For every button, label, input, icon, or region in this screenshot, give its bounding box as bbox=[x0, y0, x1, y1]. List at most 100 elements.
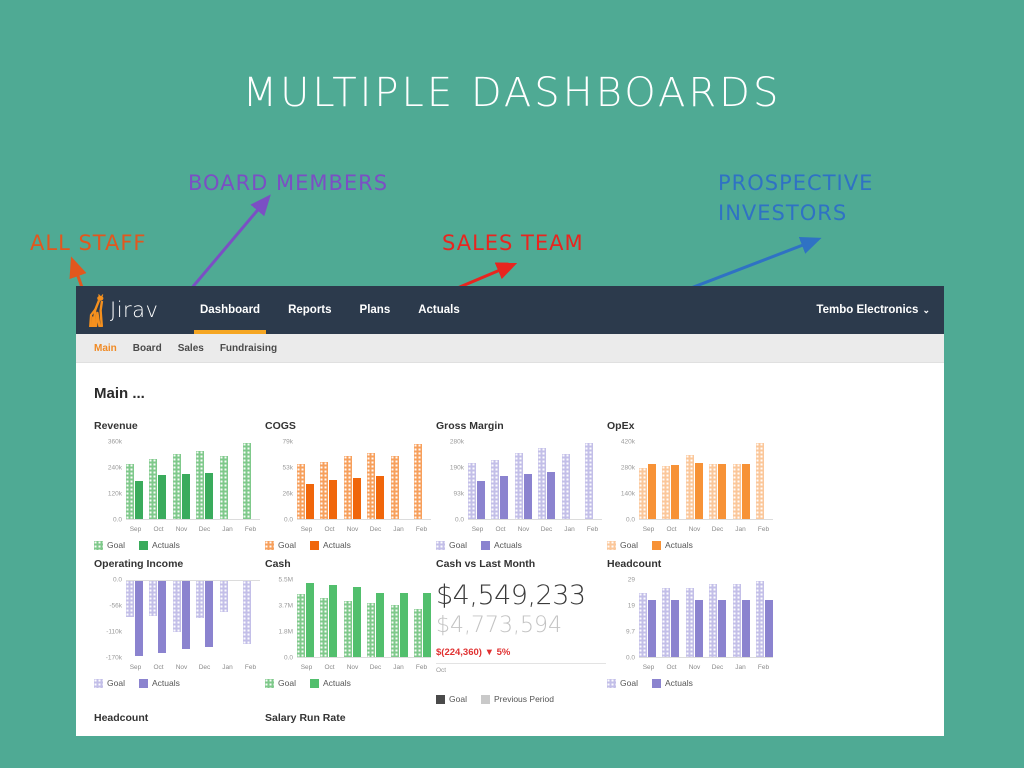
bar-group[interactable] bbox=[219, 442, 237, 519]
bar-group[interactable] bbox=[390, 580, 408, 657]
legend-item[interactable]: Goal bbox=[94, 678, 125, 688]
nav-item-dashboard[interactable]: Dashboard bbox=[193, 286, 267, 334]
y-tick-label: 0.0 bbox=[625, 516, 635, 524]
card-title: Headcount bbox=[94, 712, 149, 724]
legend-item[interactable]: Goal bbox=[607, 678, 638, 688]
legend-item[interactable]: Actuals bbox=[309, 540, 351, 550]
subtab-board[interactable]: Board bbox=[133, 343, 162, 354]
bar-group[interactable] bbox=[172, 442, 190, 519]
legend-item[interactable]: Goal bbox=[265, 540, 296, 550]
bar-actuals bbox=[764, 599, 773, 657]
chart-cogs[interactable]: 0.0 26k 53k 79k Sep Oct Nov Dec Jan Feb bbox=[265, 439, 435, 533]
x-tick-label: Nov bbox=[346, 664, 359, 671]
bar-group[interactable] bbox=[732, 580, 750, 657]
chart-operating-income[interactable]: 0.0 -56k -110k -170k Sep Oct Nov Dec Jan Feb bbox=[94, 577, 264, 671]
x-tick-label: Jan bbox=[735, 526, 746, 533]
bar-group[interactable] bbox=[343, 442, 361, 519]
bar-group[interactable] bbox=[662, 442, 680, 519]
legend-item[interactable]: Goal bbox=[265, 678, 296, 688]
bar-group[interactable] bbox=[219, 581, 237, 658]
bar-actuals bbox=[135, 480, 143, 519]
card-title: Revenue bbox=[94, 420, 138, 432]
subtab-fundraising[interactable]: Fundraising bbox=[220, 343, 277, 354]
bar-group[interactable] bbox=[662, 580, 680, 657]
bar-area bbox=[468, 442, 602, 520]
chart-headcount[interactable]: 0.0 9.7 19 29 Sep Oct Nov Dec Jan Feb bbox=[607, 577, 777, 671]
bar-group[interactable] bbox=[639, 442, 656, 519]
bar-group[interactable] bbox=[320, 580, 338, 657]
bar-group[interactable] bbox=[390, 442, 408, 519]
legend-item[interactable]: Actuals bbox=[651, 540, 693, 550]
bar-goal bbox=[685, 454, 694, 519]
org-switcher[interactable]: Tembo Electronics ⌄ bbox=[816, 286, 930, 334]
bar-group[interactable] bbox=[639, 580, 656, 657]
legend-item[interactable]: Previous Period bbox=[480, 694, 554, 704]
bar-group[interactable] bbox=[196, 442, 214, 519]
annotation-sales-team: SALES TEAM bbox=[442, 231, 584, 255]
bar-group[interactable] bbox=[196, 581, 214, 658]
legend-label: Actuals bbox=[322, 678, 351, 688]
bar-group[interactable] bbox=[297, 580, 314, 657]
bar-group[interactable] bbox=[491, 442, 509, 519]
legend-swatch bbox=[436, 694, 445, 704]
y-axis: 0.0 93k 190k 280k bbox=[436, 438, 466, 524]
bar-group[interactable] bbox=[755, 442, 773, 519]
chart-legend: Goal Actuals bbox=[607, 678, 777, 688]
bar-group[interactable] bbox=[561, 442, 579, 519]
card-cash-vs-last-month: Cash vs Last Month $4,549,233 $4,773,594… bbox=[436, 558, 606, 704]
bar-group[interactable] bbox=[149, 442, 167, 519]
kpi-delta-arrow-icon: ▼ bbox=[484, 647, 494, 658]
chart-cash[interactable]: 0.0 1.8M 3.7M 5.5M Sep Oct Nov Dec Jan Feb bbox=[265, 577, 435, 671]
bar-group[interactable] bbox=[297, 442, 314, 519]
bar-group[interactable] bbox=[126, 442, 143, 519]
legend-swatch bbox=[607, 678, 616, 688]
bar-group[interactable] bbox=[709, 442, 727, 519]
bar-group[interactable] bbox=[732, 442, 750, 519]
legend-item[interactable]: Goal bbox=[607, 540, 638, 550]
nav-item-reports[interactable]: Reports bbox=[288, 286, 331, 334]
legend-item[interactable]: Goal bbox=[94, 540, 125, 550]
chart-gross-margin[interactable]: 0.0 93k 190k 280k Sep Oct Nov Dec Jan Feb bbox=[436, 438, 606, 533]
bar-group[interactable] bbox=[413, 442, 431, 519]
bar-group[interactable] bbox=[242, 581, 260, 658]
chart-legend: Goal Actuals bbox=[94, 678, 264, 688]
bar-group[interactable] bbox=[320, 442, 338, 519]
bar-group[interactable] bbox=[413, 580, 431, 657]
y-tick-label: 240k bbox=[107, 464, 122, 472]
subtab-sales[interactable]: Sales bbox=[178, 343, 204, 354]
bar-group[interactable] bbox=[685, 580, 703, 657]
legend-item[interactable]: Actuals bbox=[651, 678, 693, 688]
bar-group[interactable] bbox=[343, 580, 361, 657]
legend-item[interactable]: Goal bbox=[436, 540, 467, 550]
bar-group[interactable] bbox=[242, 442, 260, 519]
page-title: Main ... bbox=[94, 385, 145, 402]
legend-item[interactable]: Actuals bbox=[309, 678, 351, 688]
bar-group[interactable] bbox=[755, 580, 773, 657]
bar-group[interactable] bbox=[685, 442, 703, 519]
legend-item[interactable]: Goal bbox=[436, 694, 467, 704]
nav-item-plans[interactable]: Plans bbox=[360, 286, 391, 334]
bar-group[interactable] bbox=[149, 581, 167, 658]
nav-item-actuals[interactable]: Actuals bbox=[418, 286, 460, 334]
legend-item[interactable]: Actuals bbox=[138, 678, 180, 688]
legend-item[interactable]: Actuals bbox=[138, 540, 180, 550]
chart-opex[interactable]: 0.0 140k 280k 420k Sep Oct Nov Dec Jan Feb bbox=[607, 439, 777, 533]
y-tick-label: 280k bbox=[449, 438, 464, 446]
bar-group[interactable] bbox=[468, 442, 485, 519]
main-nav: Dashboard Reports Plans Actuals bbox=[193, 286, 488, 334]
bar-group[interactable] bbox=[584, 442, 602, 519]
legend-item[interactable]: Actuals bbox=[480, 540, 522, 550]
bar-goal bbox=[219, 455, 228, 519]
subtab-main[interactable]: Main bbox=[94, 343, 117, 354]
bar-group[interactable] bbox=[172, 581, 190, 658]
bar-group[interactable] bbox=[538, 442, 556, 519]
bar-group[interactable] bbox=[367, 580, 385, 657]
chart-revenue[interactable]: 0.0 120k 240k 360k Sep Oct Nov Dec Jan Feb bbox=[94, 439, 264, 533]
jirav-logo[interactable]: Jirav bbox=[86, 293, 186, 327]
bar-group[interactable] bbox=[367, 442, 385, 519]
legend-label: Actuals bbox=[151, 540, 180, 550]
bar-group[interactable] bbox=[126, 581, 143, 658]
bar-group[interactable] bbox=[514, 442, 532, 519]
bar-group[interactable] bbox=[709, 580, 727, 657]
bar-actuals bbox=[306, 483, 314, 519]
